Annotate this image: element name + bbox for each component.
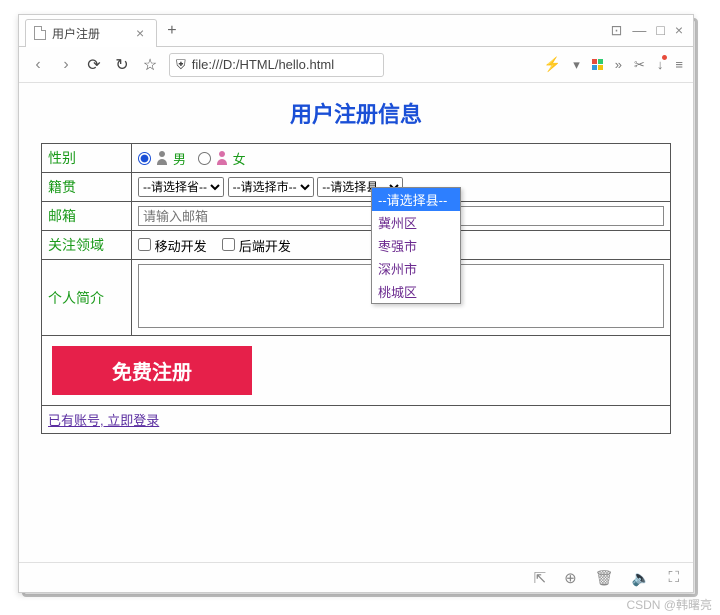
grid-icon[interactable] (592, 59, 603, 70)
select-province[interactable]: --请选择省-- (138, 177, 224, 197)
row-interest: 关注领域 移动开发 后端开发 (42, 231, 671, 260)
minimize-icon[interactable]: — (632, 22, 646, 39)
row-gender: 性别 男 女 (42, 144, 671, 173)
reload2-button[interactable]: ↻ (113, 55, 131, 75)
page-content: 用户注册信息 性别 男 女 籍贯 (19, 83, 693, 562)
female-icon (215, 151, 229, 165)
chk-backend[interactable] (222, 238, 235, 251)
file-icon (34, 26, 46, 40)
label-gender: 性别 (42, 144, 132, 173)
county-option[interactable]: 枣强市 (372, 234, 460, 257)
radio-female[interactable] (198, 152, 211, 165)
browser-window: 用户注册 × + ⊡ — □ × ‹ › ⟳ ↻ ☆ ⛨ file:///D:/… (18, 14, 694, 593)
tab-close-icon[interactable]: × (136, 25, 144, 41)
label-intro: 个人简介 (42, 260, 132, 336)
login-link[interactable]: 已有账号, 立即登录 (48, 413, 159, 428)
trash-icon[interactable]: 🗑 (595, 569, 614, 587)
county-option[interactable]: --请选择县-- (372, 188, 460, 211)
status-bar: ⇱ ⊕ 🗑 🔈 ⛶ (19, 562, 693, 592)
row-submit: 免费注册 (42, 336, 671, 406)
back-button[interactable]: ‹ (29, 56, 47, 74)
female-label: 女 (233, 149, 246, 168)
select-city[interactable]: --请选择市-- (228, 177, 314, 197)
row-intro: 个人简介 (42, 260, 671, 336)
label-interest: 关注领域 (42, 231, 132, 260)
fullscreen-icon[interactable]: ⛶ (668, 569, 679, 586)
label-email: 邮箱 (42, 202, 132, 231)
county-option[interactable]: 桃城区 (372, 280, 460, 303)
maximize-icon[interactable]: □ (656, 22, 664, 39)
lightning-icon[interactable]: ⚡ (544, 56, 561, 73)
male-icon (155, 151, 169, 165)
reload-button[interactable]: ⟳ (85, 55, 103, 75)
more-icon[interactable]: » (615, 57, 622, 72)
sound-icon[interactable]: 🔈 (632, 569, 651, 587)
submit-button[interactable]: 免费注册 (52, 346, 252, 395)
status-icon-2[interactable]: ⊕ (564, 569, 577, 587)
browser-tab[interactable]: 用户注册 × (25, 19, 157, 47)
male-label: 男 (173, 149, 186, 168)
menu-icon[interactable]: ≡ (675, 57, 683, 72)
row-login: 已有账号, 立即登录 (42, 406, 671, 434)
row-native: 籍贯 --请选择省-- --请选择市-- --请选择县-- (42, 173, 671, 202)
download-icon[interactable]: ↓ (657, 57, 664, 72)
chk-mobile-label: 移动开发 (155, 239, 207, 254)
star-icon[interactable]: ☆ (141, 55, 159, 75)
radio-male[interactable] (138, 152, 151, 165)
county-option[interactable]: 冀州区 (372, 211, 460, 234)
dropdown-icon[interactable]: ▾ (573, 57, 580, 73)
url-field[interactable]: ⛨ file:///D:/HTML/hello.html (169, 53, 384, 77)
status-icon-1[interactable]: ⇱ (534, 569, 547, 587)
new-tab-button[interactable]: + (157, 22, 186, 40)
urlbar: ‹ › ⟳ ↻ ☆ ⛨ file:///D:/HTML/hello.html ⚡… (19, 47, 693, 83)
page-title: 用户注册信息 (25, 97, 687, 129)
watermark: CSDN @韩曙亮 (626, 596, 712, 613)
scissors-icon[interactable]: ✂ (634, 57, 645, 73)
tab-title: 用户注册 (52, 25, 100, 42)
forward-button[interactable]: › (57, 56, 75, 74)
url-text: file:///D:/HTML/hello.html (192, 57, 334, 72)
label-native: 籍贯 (42, 173, 132, 202)
county-option[interactable]: 深州市 (372, 257, 460, 280)
form-table: 性别 男 女 籍贯 --请选择省-- (41, 143, 671, 434)
shield-icon: ⛨ (176, 57, 186, 73)
chk-backend-label: 后端开发 (239, 239, 291, 254)
titlebar: 用户注册 × + ⊡ — □ × (19, 15, 693, 47)
close-icon[interactable]: × (675, 22, 683, 39)
pin-icon[interactable]: ⊡ (611, 22, 623, 39)
chk-mobile[interactable] (138, 238, 151, 251)
row-email: 邮箱 (42, 202, 671, 231)
county-dropdown: --请选择县-- 冀州区 枣强市 深州市 桃城区 (371, 187, 461, 304)
